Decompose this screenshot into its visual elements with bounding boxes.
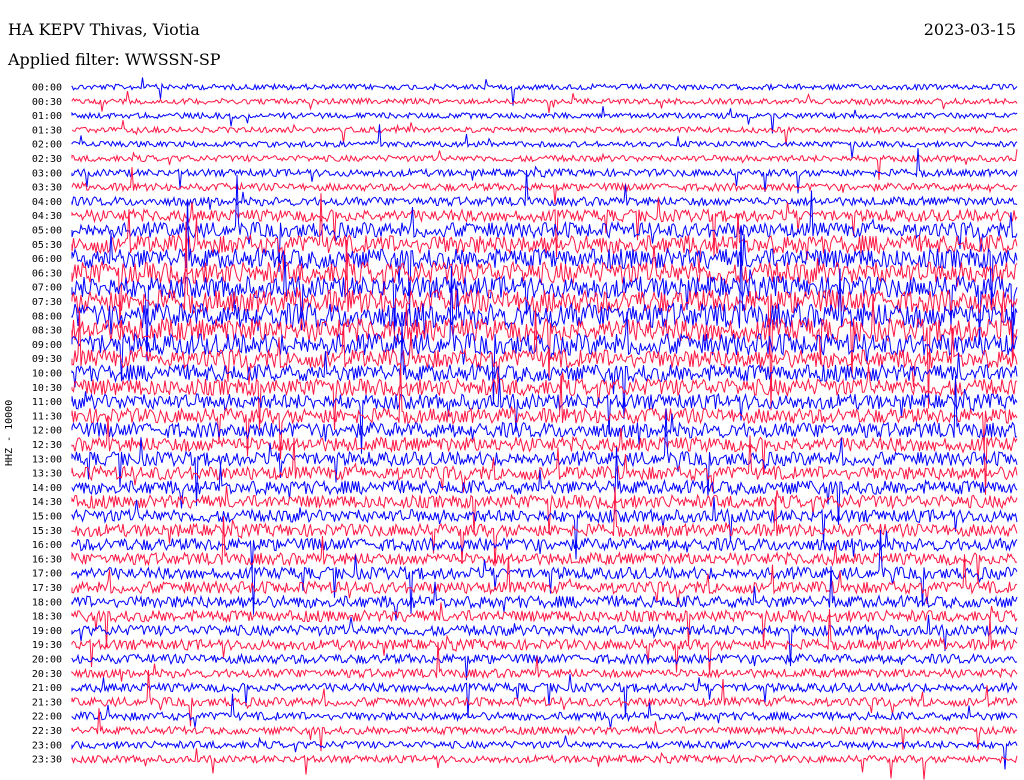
time-tick-label: 04:30 (32, 211, 62, 222)
time-tick-label: 02:30 (32, 154, 62, 165)
time-tick-label: 00:30 (32, 97, 62, 108)
time-tick-label: 00:00 (32, 83, 62, 94)
time-tick-label: 15:00 (32, 512, 62, 523)
time-tick-label: 03:00 (32, 168, 62, 179)
time-tick-label: 04:00 (32, 197, 62, 208)
time-tick-label: 22:00 (32, 712, 62, 723)
time-tick-label: 07:00 (32, 283, 62, 294)
time-tick-label: 23:30 (32, 755, 62, 766)
time-tick-label: 01:00 (32, 111, 62, 122)
time-tick-label: 22:30 (32, 726, 62, 737)
trace-row (71, 554, 1018, 605)
time-tick-label: 16:30 (32, 554, 62, 565)
time-tick-label: 14:00 (32, 483, 62, 494)
trace-row (71, 748, 1018, 780)
time-tick-label: 07:30 (32, 297, 62, 308)
time-tick-label: 11:30 (32, 411, 62, 422)
time-tick-label: 15:30 (32, 526, 62, 537)
time-tick-label: 20:30 (32, 669, 62, 680)
time-tick-label: 18:00 (32, 597, 62, 608)
time-tick-label: 13:30 (32, 469, 62, 480)
time-tick-label: 17:00 (32, 569, 62, 580)
time-tick-label: 06:30 (32, 268, 62, 279)
time-tick-label: 12:00 (32, 426, 62, 437)
trace-row (71, 602, 1018, 648)
trace-row (71, 120, 1018, 146)
time-tick-label: 13:00 (32, 454, 62, 465)
time-tick-label: 19:30 (32, 640, 62, 651)
time-tick-label: 16:00 (32, 540, 62, 551)
time-tick-labels: 00:00 00:30 01:00 01:30 02:00 02:30 03:00 03:30… (32, 83, 62, 766)
time-tick-label: 08:30 (32, 326, 62, 337)
time-tick-label: 06:00 (32, 254, 62, 265)
time-tick-label: 20:00 (32, 655, 62, 666)
trace-row (71, 652, 1018, 681)
trace-row (71, 673, 1018, 719)
trace-row (71, 530, 1018, 573)
time-tick-label: 08:00 (32, 311, 62, 322)
time-tick-label: 09:30 (32, 354, 62, 365)
time-tick-label: 10:00 (32, 369, 62, 380)
trace-row (71, 91, 1018, 113)
time-tick-label: 10:30 (32, 383, 62, 394)
time-tick-label: 14:30 (32, 497, 62, 508)
time-tick-label: 02:00 (32, 140, 62, 151)
time-tick-label: 01:30 (32, 125, 62, 136)
time-tick-label: 21:30 (32, 697, 62, 708)
trace-row (71, 435, 1018, 493)
time-tick-label: 12:30 (32, 440, 62, 451)
time-tick-label: 11:00 (32, 397, 62, 408)
time-tick-label: 23:00 (32, 740, 62, 751)
helicorder-traces (71, 77, 1018, 780)
time-tick-label: 19:00 (32, 626, 62, 637)
time-tick-label: 18:30 (32, 612, 62, 623)
time-tick-label: 21:00 (32, 683, 62, 694)
time-tick-label: 05:30 (32, 240, 62, 251)
time-tick-label: 03:30 (32, 183, 62, 194)
time-tick-label: 05:00 (32, 226, 62, 237)
time-tick-label: 17:30 (32, 583, 62, 594)
seismogram-plot: 00:00 00:30 01:00 01:30 02:00 02:30 03:00 03:30… (32, 77, 1018, 780)
time-tick-label: 09:00 (32, 340, 62, 351)
